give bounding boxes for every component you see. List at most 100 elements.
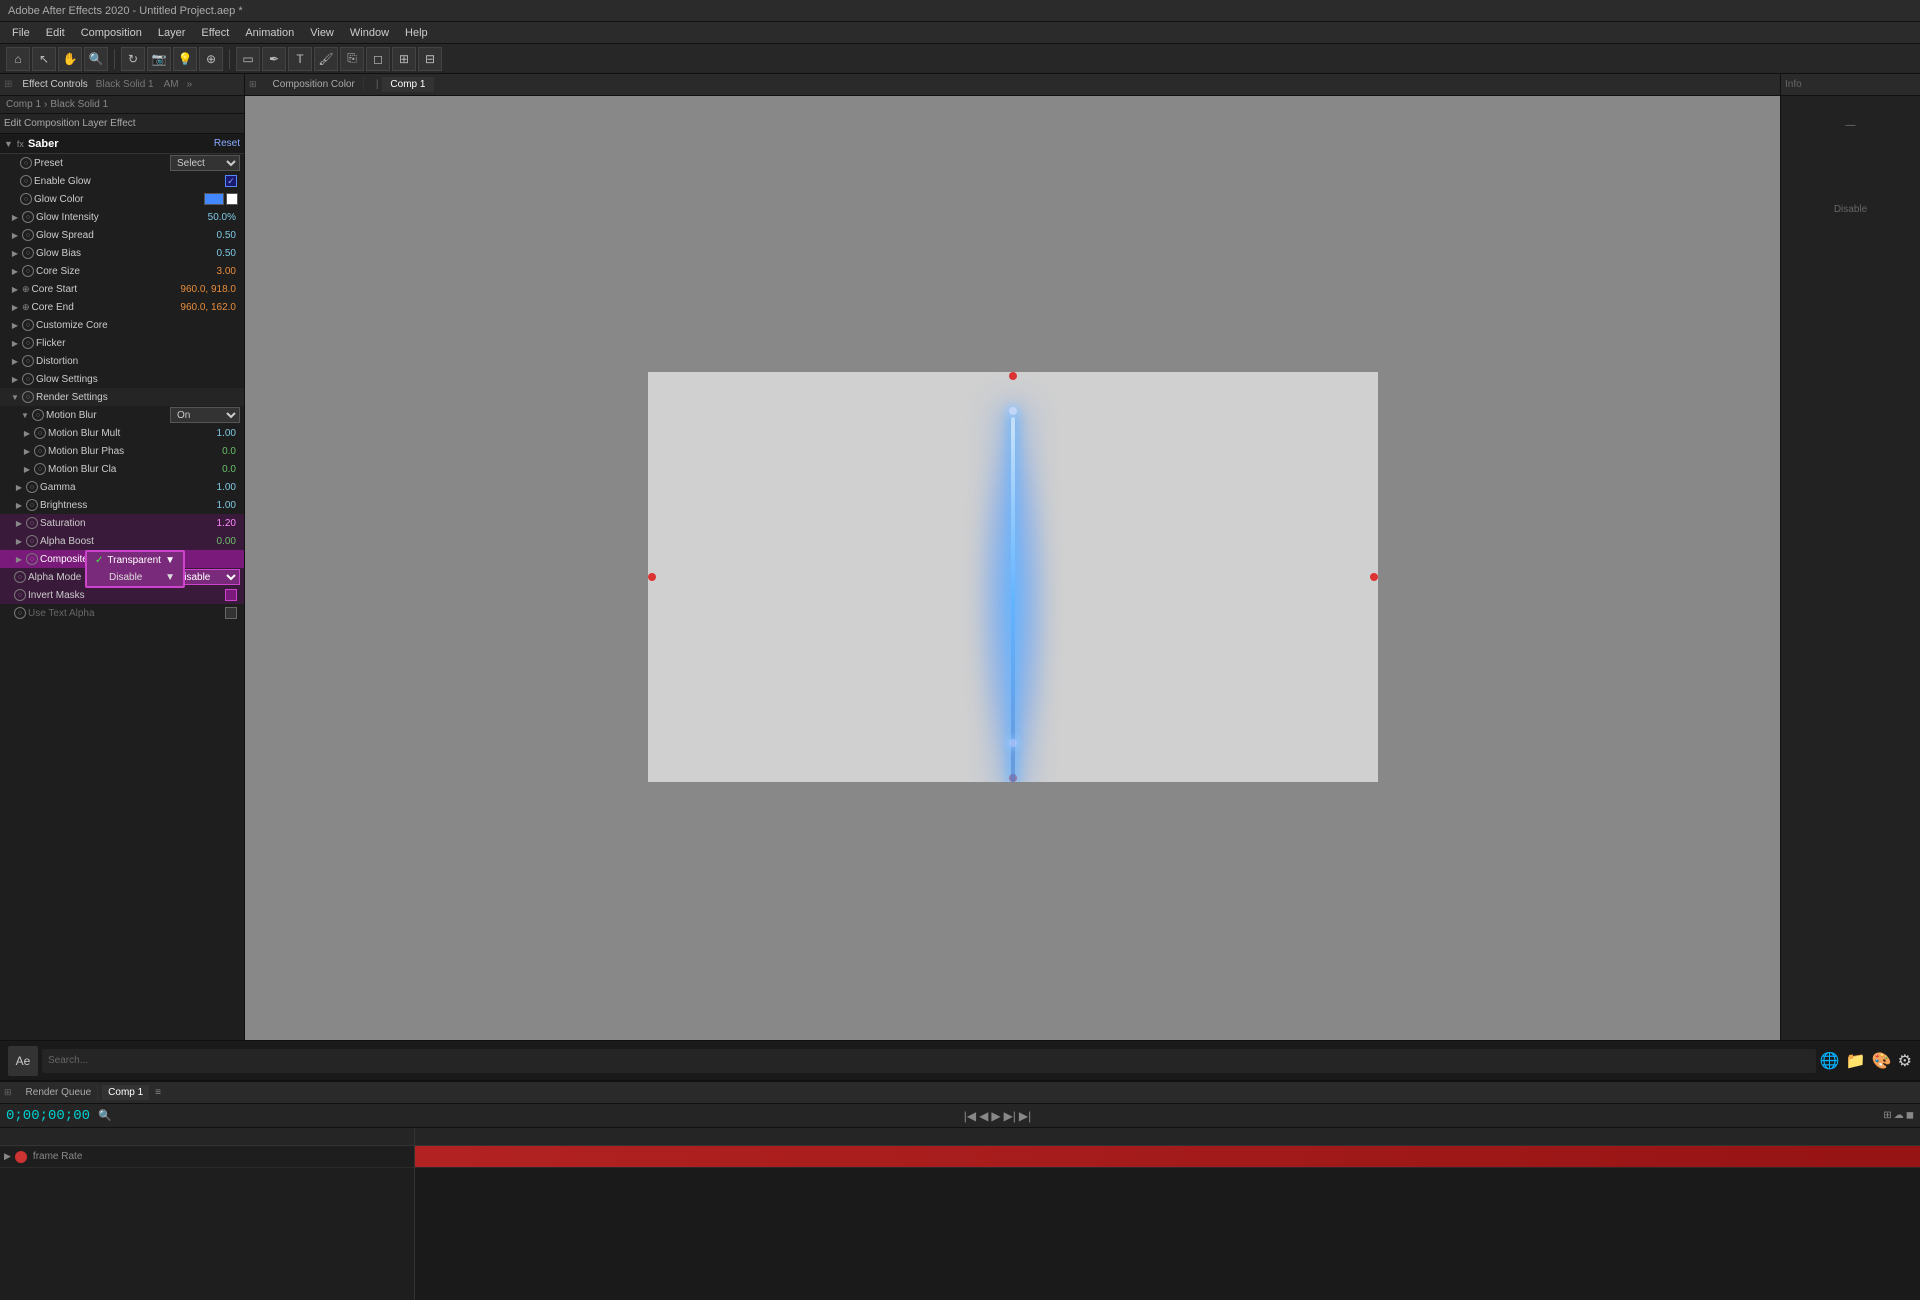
time-search-icon[interactable]: 🔍	[98, 1109, 112, 1122]
timeline-layer-1[interactable]: ▶ frame Rate	[0, 1146, 414, 1168]
tool-light[interactable]: 💡	[173, 47, 197, 71]
menu-animation[interactable]: Animation	[237, 27, 302, 39]
menu-file[interactable]: File	[4, 27, 38, 39]
customize-core-arrow[interactable]: ▶	[10, 320, 20, 330]
tool-text[interactable]: T	[288, 47, 312, 71]
viewport-tab-composition[interactable]: Composition Color	[265, 77, 364, 92]
tool-puppet[interactable]: ⊞	[392, 47, 416, 71]
time-display[interactable]: 0;00;00;00	[6, 1108, 90, 1124]
gamma-arrow[interactable]: ▶	[14, 482, 24, 492]
tool-camera[interactable]: 📷	[147, 47, 171, 71]
menu-layer[interactable]: Layer	[150, 27, 194, 39]
transport-play[interactable]: ▶	[991, 1109, 1000, 1123]
glow-color-swatch-blue[interactable]	[204, 193, 224, 205]
invert-masks-checkbox[interactable]	[225, 589, 237, 601]
taskbar-ae-icon[interactable]: Ae	[8, 1046, 38, 1076]
motion-blur-clamp-arrow[interactable]: ▶	[22, 464, 32, 474]
layer-expand[interactable]: ▶	[4, 1151, 11, 1162]
core-start-value[interactable]: 960.0, 918.0	[180, 284, 236, 295]
saturation-value[interactable]: 1.20	[217, 518, 236, 529]
gamma-value[interactable]: 1.00	[217, 482, 236, 493]
composite-settings-row[interactable]: ▶ ○ Composite Settings ✓ Transparent ▼	[0, 550, 244, 568]
menu-composition[interactable]: Composition	[73, 27, 150, 39]
transport-begin[interactable]: |◀	[964, 1109, 976, 1123]
flicker-arrow[interactable]: ▶	[10, 338, 20, 348]
saturation-arrow[interactable]: ▶	[14, 518, 24, 528]
tool-zoom[interactable]: 🔍	[84, 47, 108, 71]
alpha-boost-value[interactable]: 0.00	[217, 536, 236, 547]
brightness-arrow[interactable]: ▶	[14, 500, 24, 510]
motion-blur-row[interactable]: ▼ ○ Motion Blur On Off	[0, 406, 244, 424]
panel-tab-am[interactable]: AM	[164, 79, 179, 90]
use-text-alpha-checkbox[interactable]	[225, 607, 237, 619]
breadcrumb-layer[interactable]: Black Solid 1	[50, 99, 108, 110]
breadcrumb-comp[interactable]: Comp 1	[6, 99, 41, 110]
glow-settings-row[interactable]: ▶ ○ Glow Settings	[0, 370, 244, 388]
timeline-ctrl-2[interactable]: ☁	[1894, 1110, 1904, 1121]
timeline-ctrl-3[interactable]: ◼	[1906, 1110, 1914, 1121]
saber-toggle[interactable]: fx	[17, 139, 24, 149]
flicker-row[interactable]: ▶ ○ Flicker	[0, 334, 244, 352]
panel-expand[interactable]: »	[187, 79, 193, 90]
core-end-arrow[interactable]: ▶	[10, 302, 20, 312]
transparent-dropdown-arrow[interactable]: ▼	[165, 555, 175, 566]
tool-eraser[interactable]: ◻	[366, 47, 390, 71]
render-settings-row[interactable]: ▼ ○ Render Settings	[0, 388, 244, 406]
glow-spread-arrow[interactable]: ▶	[10, 230, 20, 240]
tool-pen[interactable]: ✒	[262, 47, 286, 71]
customize-core-row[interactable]: ▶ ○ Customize Core	[0, 316, 244, 334]
glow-spread-value[interactable]: 0.50	[217, 230, 236, 241]
tool-hand[interactable]: ✋	[58, 47, 82, 71]
enable-glow-checkbox[interactable]	[225, 175, 237, 187]
tool-rotate[interactable]: ↻	[121, 47, 145, 71]
transport-end[interactable]: ▶|	[1019, 1109, 1031, 1123]
timeline-ctrl-1[interactable]: ⊞	[1883, 1110, 1891, 1121]
glow-bias-arrow[interactable]: ▶	[10, 248, 20, 258]
menu-window[interactable]: Window	[342, 27, 397, 39]
motion-blur-mult-value[interactable]: 1.00	[217, 428, 236, 439]
taskbar-icon-3[interactable]: 🎨	[1872, 1051, 1892, 1071]
composite-option-transparent[interactable]: ✓ Transparent ▼	[87, 552, 183, 569]
timeline-comp-menu[interactable]: ≡	[155, 1087, 161, 1098]
saber-expand-arrow[interactable]: ▼	[4, 139, 13, 149]
disable-dropdown-arrow[interactable]: ▼	[165, 572, 175, 583]
menu-view[interactable]: View	[302, 27, 342, 39]
tool-home[interactable]: ⌂	[6, 47, 30, 71]
core-size-arrow[interactable]: ▶	[10, 266, 20, 276]
motion-blur-phase-value[interactable]: 0.0	[222, 446, 236, 457]
composite-dropdown-popup[interactable]: ✓ Transparent ▼ Disable ▼	[85, 550, 185, 588]
transport-prev-frame[interactable]: ◀	[979, 1109, 988, 1123]
reset-button[interactable]: Reset	[214, 138, 240, 149]
motion-blur-clamp-value[interactable]: 0.0	[222, 464, 236, 475]
glow-intensity-value[interactable]: 50.0%	[208, 212, 236, 223]
distortion-arrow[interactable]: ▶	[10, 356, 20, 366]
effect-controls-tab-label[interactable]: Effect Controls	[22, 79, 87, 90]
taskbar-icon-4[interactable]: ⚙	[1898, 1051, 1912, 1071]
taskbar-search[interactable]: Search...	[42, 1049, 1816, 1073]
menu-edit[interactable]: Edit	[38, 27, 73, 39]
render-settings-arrow[interactable]: ▼	[10, 392, 20, 402]
core-start-arrow[interactable]: ▶	[10, 284, 20, 294]
core-end-value[interactable]: 960.0, 162.0	[180, 302, 236, 313]
preset-dropdown[interactable]: Select	[170, 155, 240, 171]
menu-help[interactable]: Help	[397, 27, 436, 39]
transport-next-frame[interactable]: ▶|	[1004, 1109, 1016, 1123]
motion-blur-phase-arrow[interactable]: ▶	[22, 446, 32, 456]
viewport-tab-comp1[interactable]: Comp 1	[382, 77, 434, 92]
brightness-value[interactable]: 1.00	[217, 500, 236, 511]
tool-rect[interactable]: ▭	[236, 47, 260, 71]
tool-anchor[interactable]: ⊕	[199, 47, 223, 71]
glow-bias-value[interactable]: 0.50	[217, 248, 236, 259]
core-size-value[interactable]: 3.00	[217, 266, 236, 277]
motion-blur-dropdown[interactable]: On Off	[170, 407, 240, 423]
motion-blur-mult-arrow[interactable]: ▶	[22, 428, 32, 438]
glow-intensity-arrow[interactable]: ▶	[10, 212, 20, 222]
composite-option-disable[interactable]: Disable ▼	[87, 569, 183, 586]
tool-brush[interactable]: 🖌	[314, 47, 338, 71]
timeline-tab-render-queue[interactable]: Render Queue	[20, 1085, 99, 1100]
composite-settings-arrow[interactable]: ▶	[14, 554, 24, 564]
alpha-boost-arrow[interactable]: ▶	[14, 536, 24, 546]
tool-pin[interactable]: ⊟	[418, 47, 442, 71]
glow-settings-arrow[interactable]: ▶	[10, 374, 20, 384]
glow-color-swatch-white[interactable]	[226, 193, 238, 205]
